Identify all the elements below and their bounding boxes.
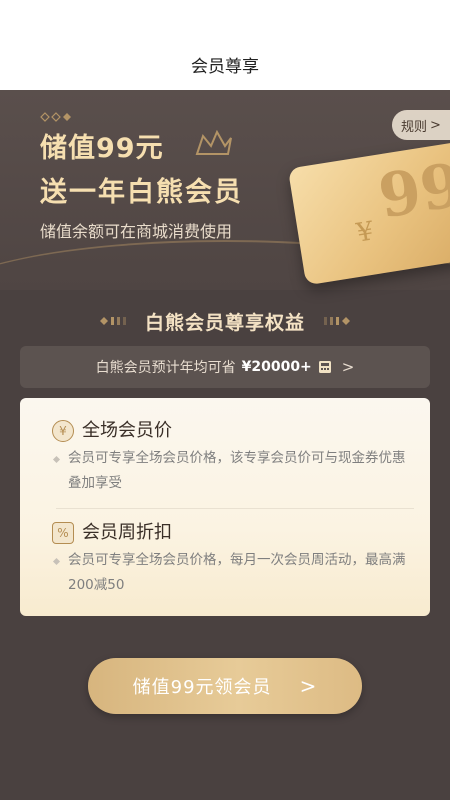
benefit-title: 会员周折扣 bbox=[82, 522, 172, 543]
hero-headline-2: 送一年白熊会员 bbox=[40, 177, 243, 208]
hero-banner: 储值99元 送一年白熊会员 储值余额可在商城消费使用 ¥ 99 规则 > bbox=[0, 90, 450, 290]
yen-coin-icon: ¥ bbox=[52, 420, 74, 442]
hero-headline-1: 储值99元 bbox=[40, 133, 164, 164]
card-amount: 99 bbox=[374, 150, 450, 233]
diamond-decoration-icon bbox=[40, 112, 71, 122]
savings-amount: ¥20000+ bbox=[241, 359, 312, 375]
card-currency: ¥ bbox=[354, 216, 376, 249]
divider bbox=[56, 508, 414, 509]
savings-bar[interactable]: 白熊会员预计年均可省 ¥20000+ > bbox=[20, 346, 430, 388]
membership-page: 储值99元 送一年白熊会员 储值余额可在商城消费使用 ¥ 99 规则 > 白熊会… bbox=[0, 90, 450, 800]
benefit-description: 会员可专享全场会员价格，每月一次会员周活动，最高满200减50 bbox=[68, 552, 406, 593]
chevron-right-icon: > bbox=[299, 674, 318, 698]
hero-subtitle: 储值余额可在商城消费使用 bbox=[40, 222, 233, 241]
crown-icon bbox=[195, 130, 232, 155]
recharge-membership-button[interactable]: 储值99元领会员 > bbox=[88, 658, 362, 714]
chevron-right-icon: > bbox=[341, 358, 355, 376]
title-decoration-right-icon bbox=[324, 317, 350, 325]
top-nav-bar: 会员尊享 bbox=[0, 0, 450, 90]
rules-label: 规则 bbox=[401, 119, 428, 135]
bullet-icon bbox=[52, 455, 61, 464]
benefit-description: 会员可专享全场会员价格，该专享会员价可与现金券优惠叠加享受 bbox=[68, 450, 406, 491]
calculator-icon bbox=[318, 361, 331, 373]
rules-button[interactable]: 规则 > bbox=[392, 110, 450, 140]
cta-label: 储值99元领会员 bbox=[132, 677, 272, 698]
section-title: 白熊会员尊享权益 bbox=[144, 312, 305, 334]
discount-tag-icon: % bbox=[52, 522, 74, 544]
savings-label: 白熊会员预计年均可省 bbox=[95, 360, 236, 376]
gold-card-graphic: ¥ 99 bbox=[287, 140, 450, 286]
chevron-right-icon: > bbox=[430, 117, 441, 133]
page-title: 会员尊享 bbox=[191, 57, 259, 77]
benefits-panel: ¥ 全场会员价 会员可专享全场会员价格，该专享会员价可与现金券优惠叠加享受 % … bbox=[20, 398, 430, 616]
benefit-title: 全场会员价 bbox=[82, 420, 172, 441]
bullet-icon bbox=[52, 557, 61, 566]
